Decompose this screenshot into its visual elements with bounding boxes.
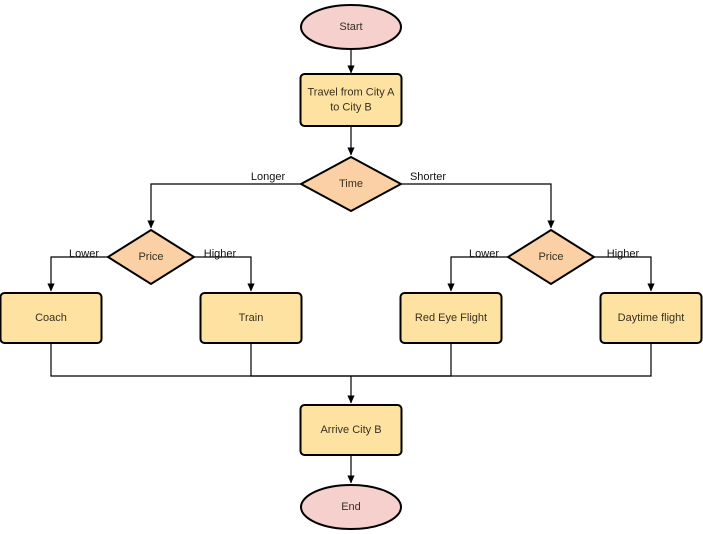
edge-line: [194, 256, 255, 292]
node-price_left[interactable]: Price: [106, 228, 196, 286]
edge-label-price-left-train: Higher: [204, 248, 237, 260]
node-label-end: End: [341, 501, 361, 513]
edge-label-time-price-left: Longer: [251, 171, 286, 183]
edge-label-time-price-right: Shorter: [410, 171, 446, 183]
node-arrive[interactable]: Arrive City B: [299, 404, 403, 456]
node-label-daytime_flight: Daytime flight: [618, 312, 685, 324]
node-label-train: Train: [239, 312, 264, 324]
node-price_right[interactable]: Price: [506, 228, 596, 286]
node-red_eye_flight[interactable]: Red Eye Flight: [399, 292, 503, 344]
edge-price-left-train: Higher: [194, 248, 255, 292]
node-label-arrive: Arrive City B: [320, 424, 381, 436]
node-label-red_eye_flight: Red Eye Flight: [415, 312, 487, 324]
edge-daytime-merge: [351, 343, 652, 377]
node-label-price_left: Price: [138, 251, 163, 263]
node-travel[interactable]: Travel from City A to City B: [299, 73, 403, 127]
process-shape: [299, 73, 403, 127]
node-train[interactable]: Train: [199, 292, 303, 344]
edge-price-left-coach: Lower: [47, 248, 108, 292]
edge-time-price-right: Shorter: [401, 171, 555, 229]
edge-line: [147, 183, 301, 229]
node-label-travel: Travel from City A: [308, 86, 396, 98]
edge-coach-merge: [50, 343, 351, 377]
node-start[interactable]: Start: [300, 4, 402, 50]
edge-line: [401, 183, 555, 229]
edge-line: [250, 343, 351, 377]
node-label-price_right: Price: [538, 251, 563, 263]
edge-label-price-left-coach: Lower: [69, 248, 99, 260]
edge-redeye-merge: [351, 343, 452, 377]
node-label-travel: to City B: [330, 101, 372, 113]
node-end[interactable]: End: [300, 484, 402, 530]
node-coach[interactable]: Coach: [0, 292, 103, 344]
edge-line: [447, 256, 508, 292]
edge-line: [50, 343, 351, 377]
node-time[interactable]: Time: [298, 155, 404, 213]
nodes-layer: Start Travel from City A to City B Time Pric…: [0, 4, 703, 530]
node-label-coach: Coach: [35, 312, 67, 324]
edge-price-right-redeye: Lower: [447, 248, 508, 292]
edge-time-price-left: Longer: [147, 171, 301, 229]
edge-train-merge: [250, 343, 351, 377]
edge-line: [594, 256, 655, 292]
edge-line: [47, 256, 108, 292]
node-daytime_flight[interactable]: Daytime flight: [599, 292, 703, 344]
node-label-time: Time: [339, 178, 363, 190]
node-label-start: Start: [339, 21, 362, 33]
edge-line: [351, 343, 452, 377]
edge-price-right-daytime: Higher: [594, 248, 655, 292]
edge-label-price-right-redeye: Lower: [469, 248, 499, 260]
edge-label-price-right-daytime: Higher: [607, 248, 640, 260]
edge-line: [351, 343, 652, 377]
flowchart-canvas: Longer Shorter Lower Higher Lower Higher Star…: [0, 0, 703, 534]
